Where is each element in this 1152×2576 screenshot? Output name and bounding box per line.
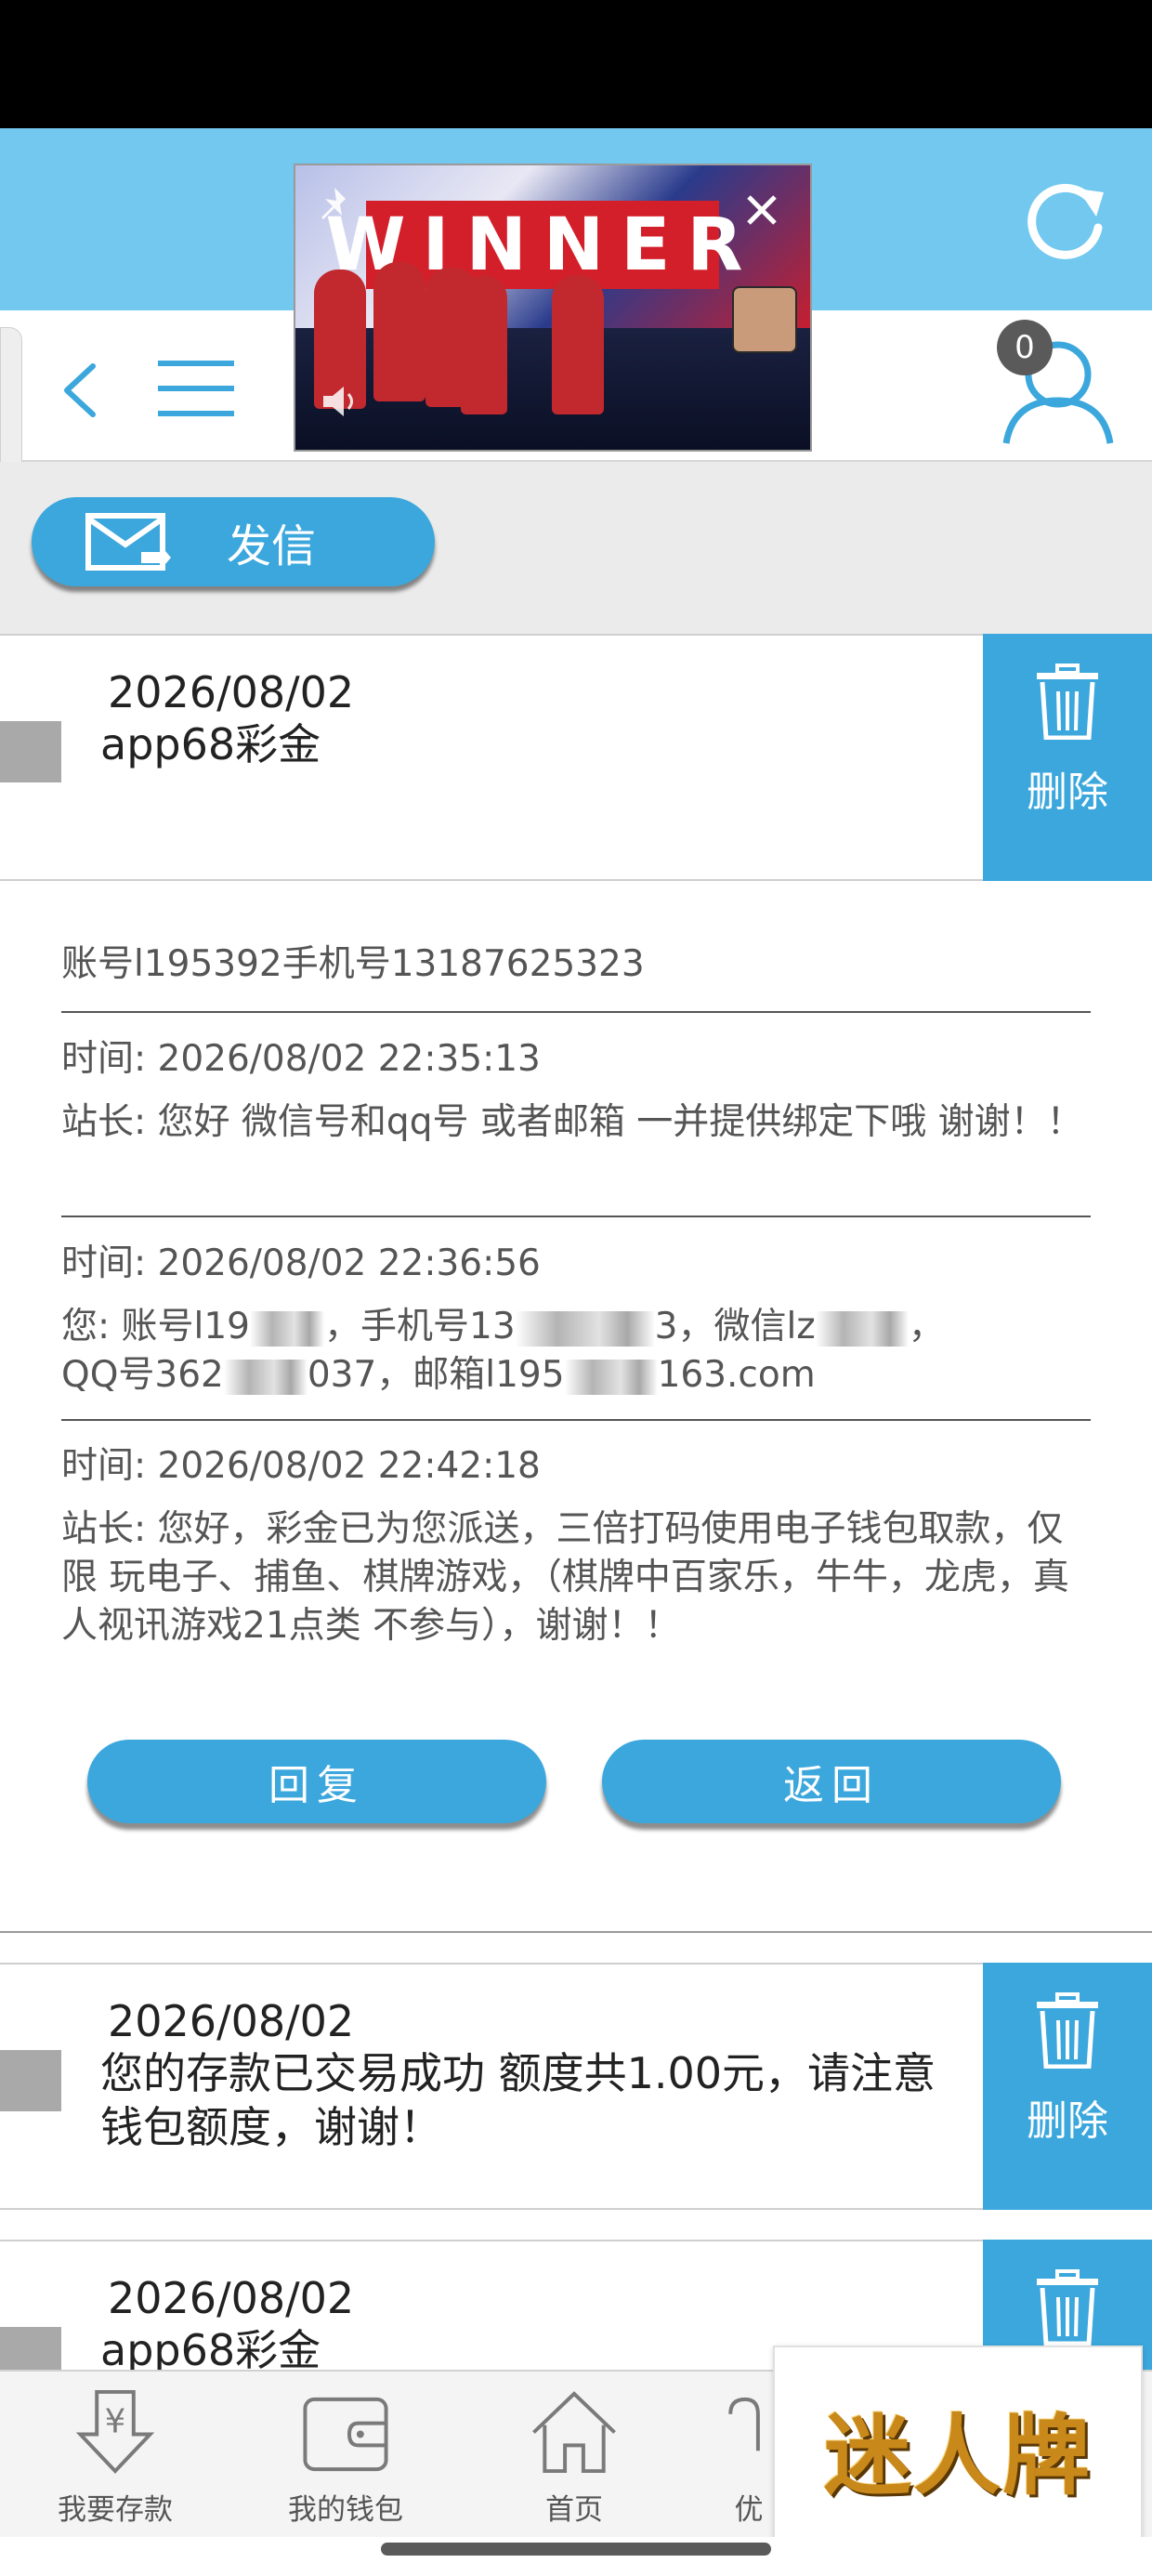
home-indicator[interactable] [381,2543,771,2556]
tab-label: 我的钱包 [288,2493,403,2527]
tab-wallet[interactable]: 我的钱包 [243,2379,448,2528]
detail-subject: 账号l195392手机号13187625323 [61,943,645,985]
message-date: 2026/08/02 [108,667,355,717]
entry-text-part: ，手机号13 [324,1306,516,1347]
trash-icon [1037,1992,1098,2069]
divider [61,1216,1091,1217]
hamburger-icon [158,361,234,416]
compose-label: 发信 [227,520,317,572]
redacted-block [564,1359,658,1395]
entry-text-part: QQ号362 [61,1354,224,1396]
wallet-icon [303,2397,388,2472]
delete-label: 删除 [1027,2097,1108,2145]
entry-time: 时间: 2026/08/02 22:36:56 [61,1242,541,1284]
entry-text-part: 163.com [657,1354,816,1396]
brand-logo[interactable]: 迷人牌 [773,2346,1143,2552]
reply-button[interactable]: 回复 [87,1740,546,1823]
promo-icon [728,2397,760,2451]
divider [61,1011,1091,1013]
message-checkbox[interactable] [0,721,61,782]
redacted-block [250,1310,324,1347]
video-figure [461,275,507,414]
message-title: app68彩金 [100,719,321,769]
refresh-button[interactable] [1013,172,1115,274]
pin-icon[interactable] [314,184,355,225]
redacted-block [223,1359,308,1395]
mail-icon [85,513,171,571]
status-bar [0,0,1152,128]
tab-label: 优 [734,2493,764,2527]
trash-icon [1037,664,1098,740]
trash-icon [1037,2269,1098,2346]
refresh-icon [1028,183,1104,259]
entry-text-part: 037，邮箱l195 [307,1354,565,1396]
entry-time: 时间: 2026/08/02 22:35:13 [61,1038,541,1080]
redacted-block [515,1310,655,1347]
svg-text:¥: ¥ [105,2403,126,2441]
video-overlay[interactable]: WINNER [294,164,812,452]
message-checkbox[interactable] [0,2050,61,2111]
entry-text: 站长: 您好 微信号和qq号 或者邮箱 一并提供绑定下哦 谢谢！！ [61,1101,1083,1143]
back-button[interactable] [54,353,110,427]
delete-button[interactable]: 删除 [983,1963,1152,2210]
streamer-cam [732,286,797,353]
entry-text-part: ， [908,1306,945,1347]
video-figure [373,262,425,401]
tab-label: 我要存款 [58,2493,173,2527]
volume-icon[interactable] [320,381,360,422]
menu-button[interactable] [156,353,236,424]
entry-text-part: 3，微信lz [654,1306,816,1347]
chevron-left-icon [64,363,96,417]
redacted-block [815,1310,909,1347]
notification-badge: 0 [997,320,1053,375]
home-icon [532,2391,616,2474]
video-figure [552,275,604,414]
entry-text-part: 您: 账号l19 [61,1306,250,1347]
message-date: 2026/08/02 [108,1996,355,2046]
delete-button[interactable]: 删除 [983,634,1152,881]
message-date: 2026/08/02 [108,2273,355,2323]
entry-text: 您: 账号l19 ，手机号13 3，微信lz ， QQ号362 037，邮箱l195 16… [61,1303,1093,1400]
message-title: 您的存款已交易成功 额度共1.00元，请注意钱包额度，谢谢！ [100,2048,936,2152]
tab-label: 首页 [545,2493,603,2527]
message-item[interactable]: 2026/08/02 app68彩金 删除 [0,634,1152,881]
brand-logo-text: 迷人牌 [823,2405,1092,2507]
entry-text: 站长: 您好，彩金已为您派送，三倍打码使用电子钱包取款，仅限 玩电子、捕鱼、棋牌… [61,1508,1069,1647]
tab-deposit[interactable]: ¥ 我要存款 [13,2379,217,2528]
delete-label: 删除 [1027,769,1108,816]
deposit-icon: ¥ [75,2389,155,2474]
close-icon[interactable] [741,190,782,230]
return-button[interactable]: 返回 [602,1740,1061,1823]
divider [61,1419,1091,1421]
entry-time: 时间: 2026/08/02 22:42:18 [61,1445,541,1487]
message-item[interactable]: 2026/08/02 您的存款已交易成功 额度共1.00元，请注意钱包额度，谢谢… [0,1963,1152,2210]
compose-button[interactable]: 发信 [32,497,435,586]
tab-home[interactable]: 首页 [472,2379,676,2528]
